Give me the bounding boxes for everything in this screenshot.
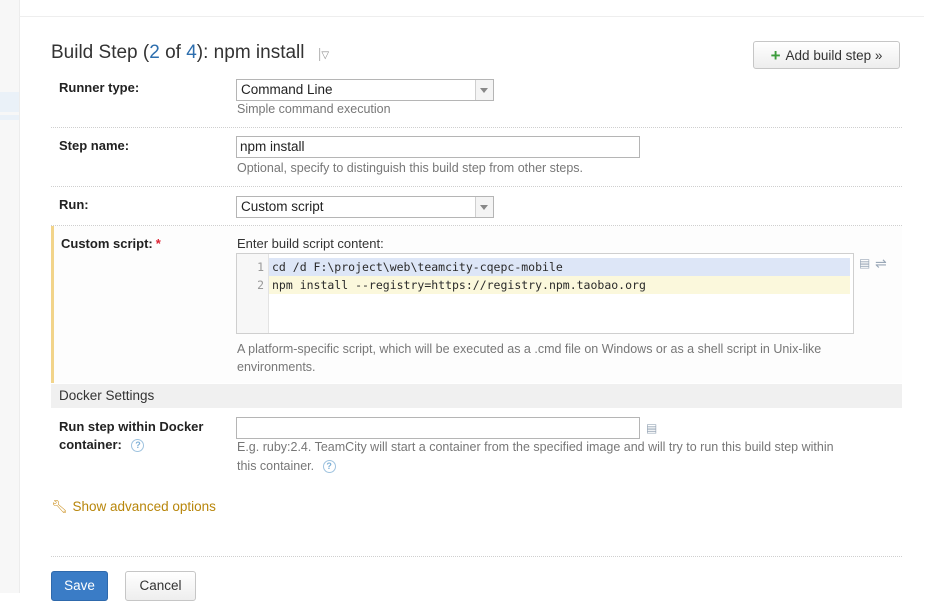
step-name-label: Step name: — [59, 138, 130, 153]
advanced-label: Show advanced options — [72, 499, 216, 514]
run-value: Custom script — [241, 199, 324, 214]
runner-type-label: Runner type: — [59, 80, 140, 95]
plus-icon: + — [770, 45, 781, 65]
custom-script-hint-2: environments. — [237, 360, 316, 374]
run-label: Run: — [59, 197, 89, 212]
step-menu-chevron-down-icon[interactable]: ▽ — [321, 50, 329, 61]
top-divider — [19, 16, 924, 17]
docker-container-input[interactable] — [236, 417, 640, 439]
row-divider — [51, 127, 902, 128]
save-button[interactable]: Save — [51, 571, 108, 601]
runner-type-select[interactable]: Command Line — [236, 79, 494, 101]
help-icon[interactable]: ? — [322, 460, 336, 474]
docker-hint-2: this container. ? — [237, 459, 336, 474]
wrench-icon: 🔧︎ — [51, 499, 68, 514]
docker-settings-header: Docker Settings — [51, 384, 902, 408]
script-editor[interactable]: 1 cd /d F:\project\web\teamcity-cqepc-mo… — [236, 253, 854, 334]
title-prefix: Build Step ( — [51, 42, 150, 63]
custom-script-hint-1: A platform-specific script, which will b… — [237, 342, 822, 356]
docker-label-line2: container: — [59, 437, 122, 452]
left-sidebar — [0, 0, 20, 593]
custom-script-label: Custom script: * — [61, 236, 161, 251]
step-total-link[interactable]: 4 — [186, 42, 197, 63]
title-of: of — [159, 42, 187, 63]
docker-label-line1: Run step within Docker — [59, 419, 204, 434]
page-title: Build Step (2 of 4): npm install |▽ — [51, 42, 329, 64]
sidebar-highlight-2 — [0, 115, 19, 120]
sidebar-highlight — [0, 92, 19, 112]
parameters-list-icon[interactable]: ▤ — [646, 421, 657, 435]
docker-container-label: Run step within Docker container: ? — [59, 419, 204, 453]
show-advanced-options-link[interactable]: 🔧︎ Show advanced options — [51, 499, 216, 515]
title-suffix: ): npm install — [196, 42, 305, 63]
run-select[interactable]: Custom script — [236, 196, 494, 218]
code-line[interactable]: npm install --registry=https://registry.… — [272, 276, 646, 294]
code-line[interactable]: cd /d F:\project\web\teamcity-cqepc-mobi… — [272, 258, 563, 276]
docker-hint-1: E.g. ruby:2.4. TeamCity will start a con… — [237, 440, 834, 454]
step-name-input[interactable]: npm install — [236, 136, 640, 158]
step-name-hint: Optional, specify to distinguish this bu… — [237, 161, 584, 175]
line-number: 2 — [257, 278, 264, 292]
step-current-link[interactable]: 2 — [149, 42, 160, 63]
add-build-step-button[interactable]: + Add build step » — [753, 41, 900, 69]
parameters-list-icon[interactable]: ▤ — [859, 256, 870, 270]
chevron-down-icon[interactable] — [475, 197, 493, 217]
row-divider — [51, 186, 902, 187]
runner-type-value: Command Line — [241, 82, 333, 97]
cancel-button[interactable]: Cancel — [125, 571, 196, 601]
runner-type-hint: Simple command execution — [237, 102, 391, 116]
actions-divider — [51, 556, 902, 557]
line-number: 1 — [257, 260, 264, 274]
required-mark: * — [155, 236, 161, 251]
help-icon[interactable]: ? — [131, 439, 145, 453]
editor-caption: Enter build script content: — [237, 236, 384, 251]
custom-script-label-text: Custom script: — [61, 236, 153, 251]
docker-hint-2-text: this container. — [237, 459, 315, 473]
add-build-step-label: Add build step » — [785, 47, 883, 63]
wrap-lines-icon[interactable]: ⇌ — [875, 255, 887, 272]
chevron-down-icon[interactable] — [475, 80, 493, 100]
